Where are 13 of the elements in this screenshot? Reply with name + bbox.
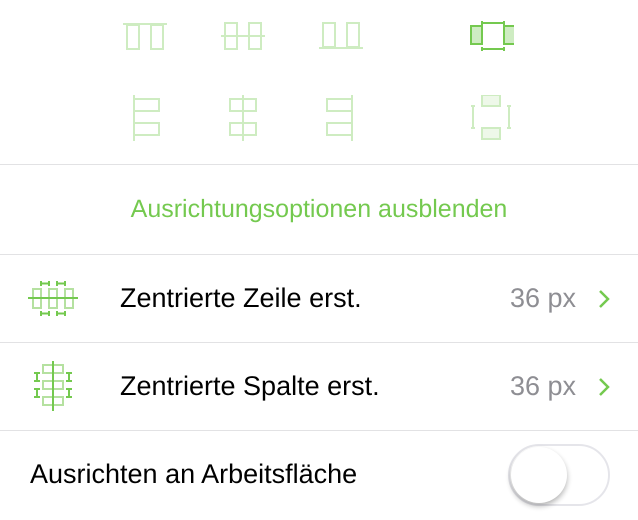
toggle-switch[interactable]: [508, 444, 610, 506]
chevron-right-icon: [598, 376, 610, 396]
setting-value: 36 px: [510, 282, 576, 316]
column-spacing-icon: [34, 360, 74, 412]
setting-row[interactable]: Zentrierte Zeile erst. 36 px: [0, 254, 638, 342]
setting-value: 36 px: [510, 370, 576, 404]
setting-label: Zentrierte Zeile erst.: [120, 282, 362, 316]
setting-row[interactable]: Zentrierte Spalte erst. 36 px: [0, 342, 638, 430]
chevron-right-icon: [598, 288, 610, 308]
toggle-label: Ausrichten an Arbeitsfläche: [30, 458, 358, 492]
row-spacing-icon: [28, 280, 80, 318]
distribute-vertical-icon: [468, 95, 514, 141]
setting-label: Zentrierte Spalte erst.: [120, 370, 380, 404]
